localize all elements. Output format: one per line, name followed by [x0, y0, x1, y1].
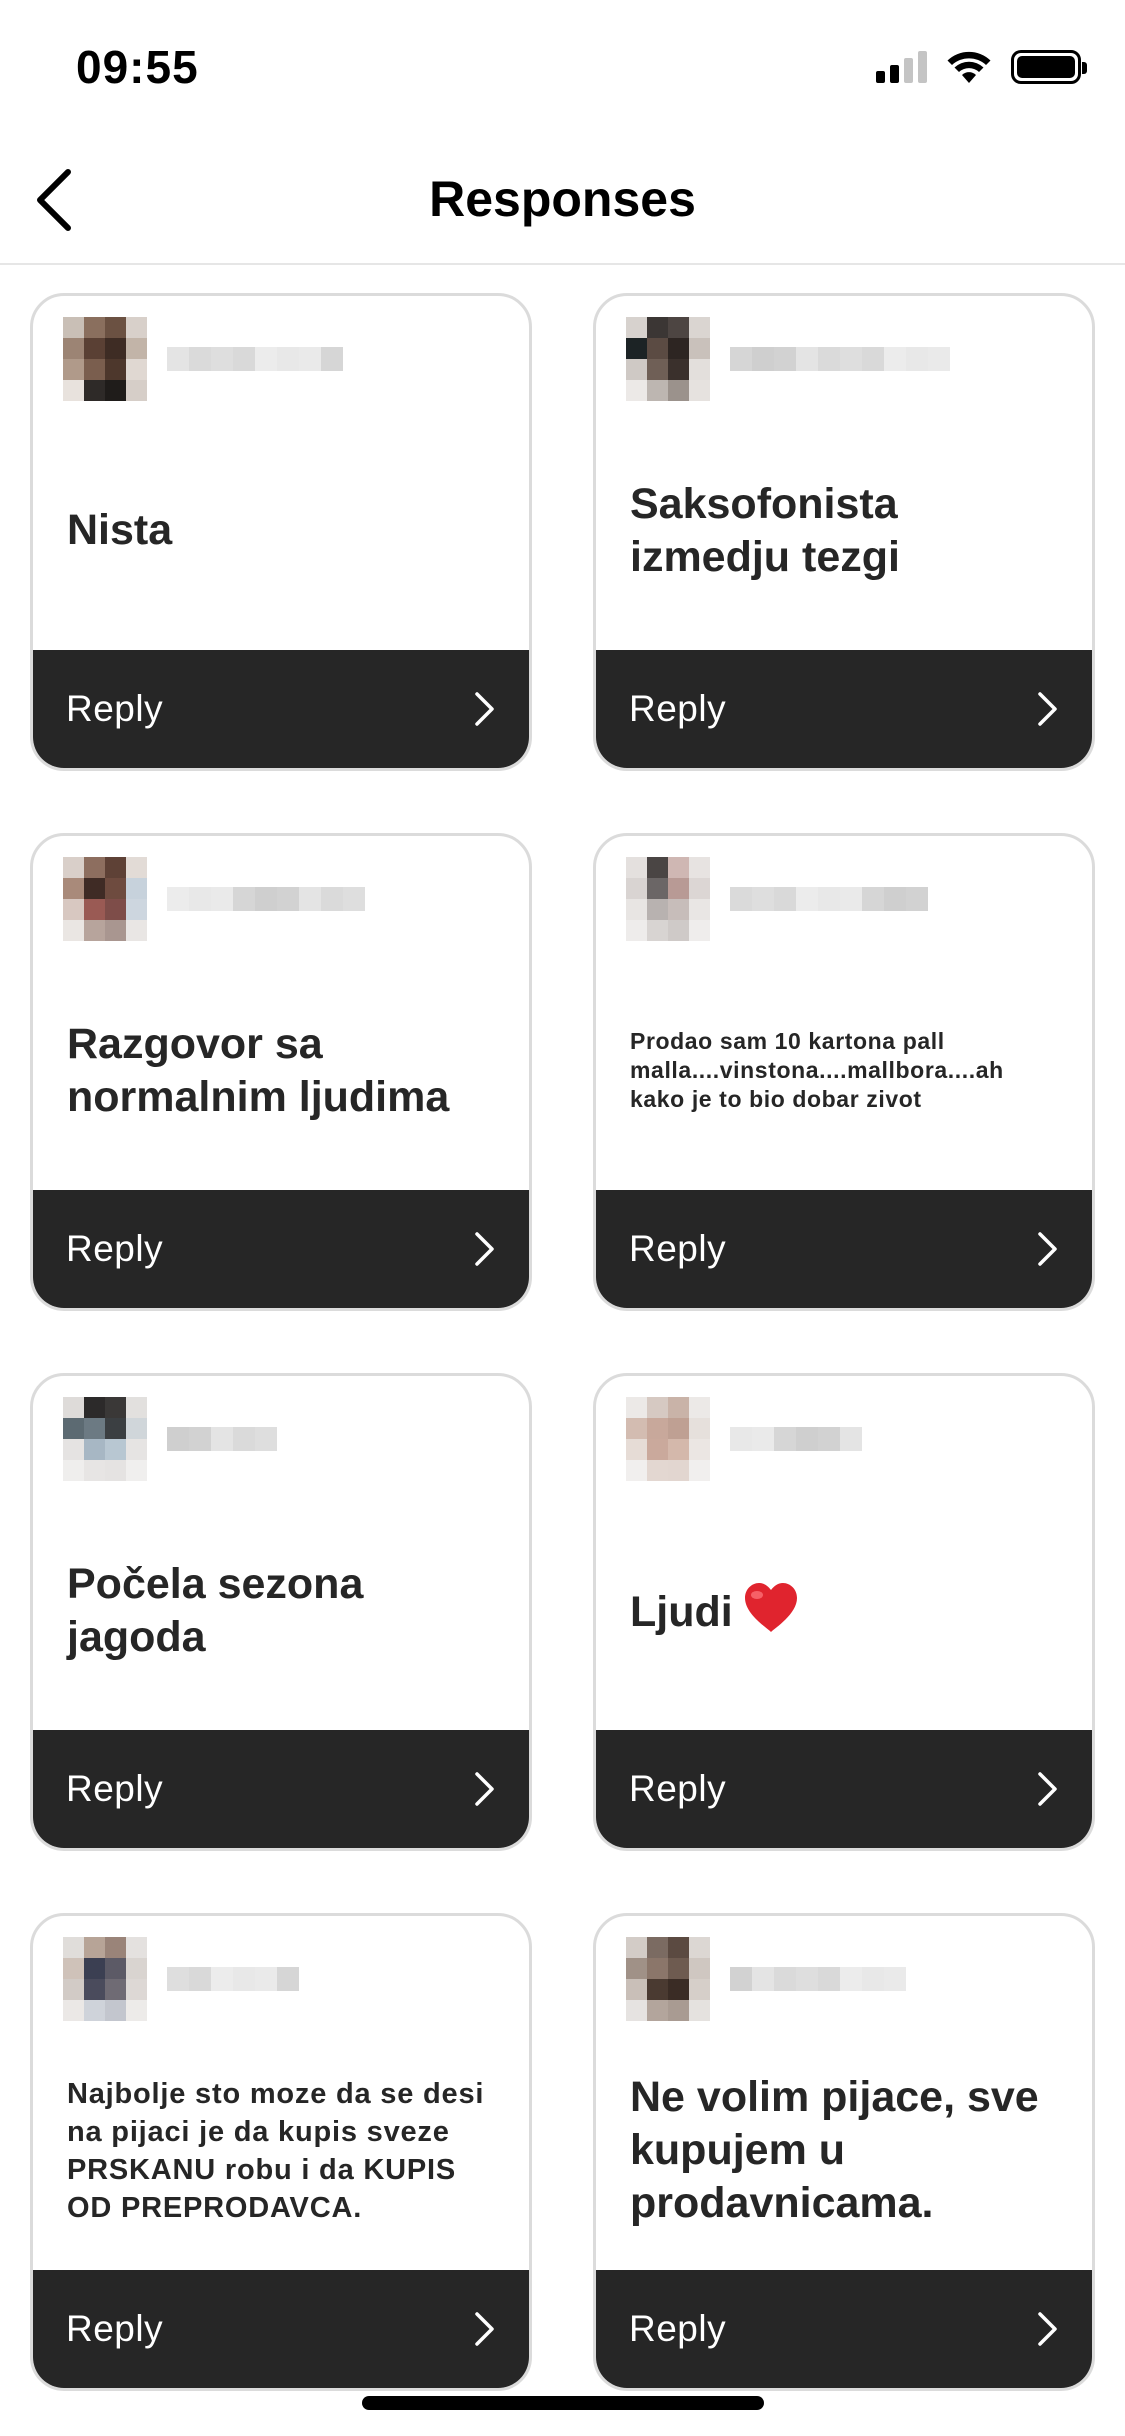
- back-button[interactable]: [14, 160, 94, 240]
- response-card: Nista Reply: [30, 293, 532, 771]
- responses-grid: Nista Reply Saksofonista izmedju tezgi Repl…: [30, 293, 1095, 2391]
- response-text-content: Razgovor sa normalnim ljudima: [67, 1019, 450, 1121]
- card-author: [626, 1396, 1066, 1482]
- avatar: [63, 857, 147, 941]
- chevron-right-icon: [475, 1232, 494, 1266]
- reply-label: Reply: [66, 1228, 164, 1269]
- response-text-content: Najbolje sto moze da se desi na pijaci j…: [67, 2077, 485, 2224]
- chevron-right-icon: [1038, 1232, 1057, 1266]
- status-icons: [876, 50, 1087, 84]
- response-text: Ljudi: [630, 1582, 799, 1639]
- card-body: Počela sezona jagoda: [67, 1491, 499, 1730]
- wifi-icon: [947, 51, 991, 83]
- reply-label: Reply: [66, 2308, 164, 2349]
- response-card: Prodao sam 10 kartona pall malla....vins…: [593, 833, 1095, 1311]
- blurred-username: [167, 1967, 299, 1991]
- card-author: [63, 1936, 503, 2022]
- card-body: Najbolje sto moze da se desi na pijaci j…: [67, 2031, 499, 2270]
- chevron-right-icon: [1038, 1772, 1057, 1806]
- response-text-content: Saksofonista izmedju tezgi: [630, 479, 900, 581]
- avatar: [626, 317, 710, 401]
- avatar: [626, 857, 710, 941]
- blurred-username: [167, 1427, 277, 1451]
- chevron-right-icon: [1038, 2312, 1057, 2346]
- card-author: [626, 1936, 1066, 2022]
- card-author: [626, 316, 1066, 402]
- card-body: Prodao sam 10 kartona pall malla....vins…: [630, 951, 1062, 1190]
- status-time: 09:55: [76, 41, 199, 93]
- reply-button[interactable]: Reply: [33, 1190, 529, 1308]
- reply-button[interactable]: Reply: [33, 1730, 529, 1848]
- blurred-username: [730, 1967, 906, 1991]
- response-text-content: Prodao sam 10 kartona pall malla....vins…: [630, 1028, 1004, 1112]
- response-card: Saksofonista izmedju tezgi Reply: [593, 293, 1095, 771]
- response-text: Počela sezona jagoda: [67, 1558, 499, 1664]
- avatar: [626, 1397, 710, 1481]
- battery-icon: [1011, 50, 1087, 84]
- response-text: Nista: [67, 504, 172, 557]
- cellular-signal-icon: [876, 51, 927, 83]
- card-author: [63, 1396, 503, 1482]
- chevron-right-icon: [1038, 692, 1057, 726]
- card-author: [63, 856, 503, 942]
- response-text-content: Nista: [67, 506, 173, 554]
- response-card: Razgovor sa normalnim ljudima Reply: [30, 833, 532, 1311]
- response-text-content: Počela sezona jagoda: [67, 1559, 364, 1661]
- blurred-username: [730, 1427, 862, 1451]
- blurred-username: [167, 347, 343, 371]
- response-text: Saksofonista izmedju tezgi: [630, 478, 1062, 584]
- reply-button[interactable]: Reply: [596, 1190, 1092, 1308]
- response-text: Ne volim pijace, sve kupujem u prodavnic…: [630, 2071, 1062, 2230]
- response-card: Najbolje sto moze da se desi na pijaci j…: [30, 1913, 532, 2391]
- reply-label: Reply: [66, 688, 164, 729]
- status-bar: 09:55: [0, 0, 1125, 140]
- reply-label: Reply: [629, 2308, 727, 2349]
- avatar: [63, 1937, 147, 2021]
- card-body: Razgovor sa normalnim ljudima: [67, 951, 499, 1190]
- blurred-username: [730, 887, 928, 911]
- card-body: Ne volim pijace, sve kupujem u prodavnic…: [630, 2031, 1062, 2270]
- reply-button[interactable]: Reply: [596, 1730, 1092, 1848]
- reply-button[interactable]: Reply: [596, 650, 1092, 768]
- page-title: Responses: [429, 171, 696, 227]
- response-card: Ne volim pijace, sve kupujem u prodavnic…: [593, 1913, 1095, 2391]
- response-card: Počela sezona jagoda Reply: [30, 1373, 532, 1851]
- blurred-username: [167, 887, 365, 911]
- reply-label: Reply: [629, 688, 727, 729]
- chevron-right-icon: [475, 692, 494, 726]
- response-text: Najbolje sto moze da se desi na pijaci j…: [67, 2075, 499, 2227]
- reply-label: Reply: [629, 1228, 727, 1269]
- reply-label: Reply: [66, 1768, 164, 1809]
- card-author: [626, 856, 1066, 942]
- reply-button[interactable]: Reply: [596, 2270, 1092, 2388]
- blurred-username: [730, 347, 950, 371]
- response-text: Prodao sam 10 kartona pall malla....vins…: [630, 1027, 1062, 1114]
- reply-label: Reply: [629, 1768, 727, 1809]
- avatar: [626, 1937, 710, 2021]
- header: Responses: [0, 140, 1125, 265]
- response-text-content: Ljudi: [630, 1588, 733, 1636]
- avatar: [63, 317, 147, 401]
- chevron-left-icon: [37, 169, 71, 231]
- card-author: [63, 316, 503, 402]
- chevron-right-icon: [475, 1772, 494, 1806]
- response-text: Razgovor sa normalnim ljudima: [67, 1018, 499, 1124]
- response-text-content: Ne volim pijace, sve kupujem u prodavnic…: [630, 2073, 1039, 2227]
- card-body: Ljudi: [630, 1491, 1062, 1730]
- card-body: Nista: [67, 411, 499, 650]
- reply-button[interactable]: Reply: [33, 2270, 529, 2388]
- avatar: [63, 1397, 147, 1481]
- card-body: Saksofonista izmedju tezgi: [630, 411, 1062, 650]
- reply-button[interactable]: Reply: [33, 650, 529, 768]
- heart-icon: [744, 1583, 797, 1632]
- response-card: Ljudi Reply: [593, 1373, 1095, 1851]
- home-indicator: [362, 2396, 764, 2410]
- chevron-right-icon: [475, 2312, 494, 2346]
